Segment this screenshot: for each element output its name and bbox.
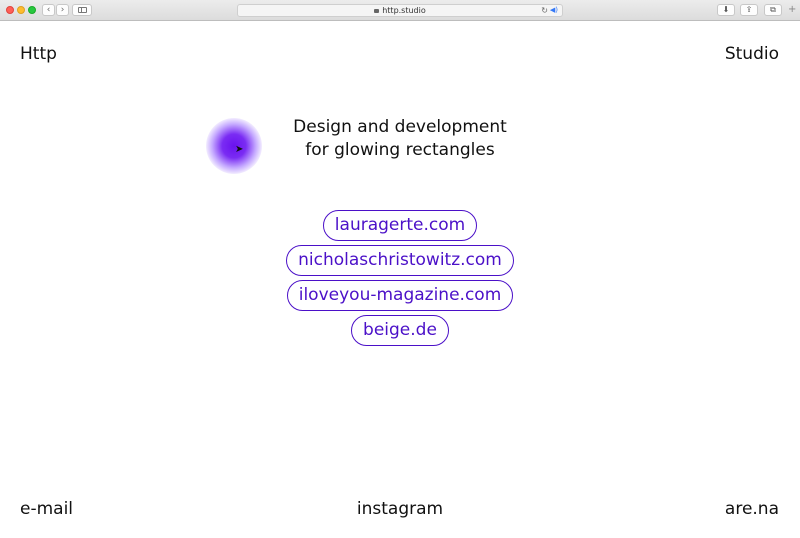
new-tab-button[interactable]: + [788, 4, 796, 15]
link-beige[interactable]: beige.de [351, 315, 449, 346]
sidebar-icon [78, 7, 87, 13]
link-lauragerte[interactable]: lauragerte.com [322, 210, 478, 241]
tagline-line-2: for glowing rectangles [305, 140, 495, 160]
close-window-button[interactable] [6, 6, 14, 14]
reload-icon[interactable]: ↻ [541, 5, 548, 16]
tagline-line-1: Design and development [293, 117, 507, 137]
tagline: Design and development for glowing recta… [200, 116, 600, 162]
instagram-link[interactable]: instagram [0, 499, 800, 519]
downloads-button[interactable]: ⬇ [717, 4, 735, 16]
address-bar[interactable]: http.studio ↻ ◀) [237, 4, 563, 17]
arena-link[interactable]: are.na [725, 499, 779, 519]
forward-button[interactable]: › [56, 4, 69, 16]
project-links: lauragerte.com nicholaschristowitz.com i… [0, 210, 800, 350]
share-button[interactable]: ⇪ [740, 4, 758, 16]
zoom-window-button[interactable] [28, 6, 36, 14]
audio-icon[interactable]: ◀) [550, 5, 558, 16]
brand-right[interactable]: Studio [725, 44, 779, 64]
back-button[interactable]: ‹ [42, 4, 55, 16]
url-text: http.studio [382, 6, 426, 15]
minimize-window-button[interactable] [17, 6, 25, 14]
brand-left[interactable]: Http [20, 44, 57, 64]
show-tabs-button[interactable]: ⧉ [764, 4, 782, 16]
link-iloveyou-magazine[interactable]: iloveyou-magazine.com [286, 280, 514, 311]
sidebar-toggle-button[interactable] [72, 4, 92, 16]
browser-toolbar: ‹ › http.studio ↻ ◀) ⬇ ⇪ ⧉ + [0, 0, 800, 21]
link-nicholaschristowitz[interactable]: nicholaschristowitz.com [286, 245, 514, 276]
lock-icon [374, 9, 380, 13]
